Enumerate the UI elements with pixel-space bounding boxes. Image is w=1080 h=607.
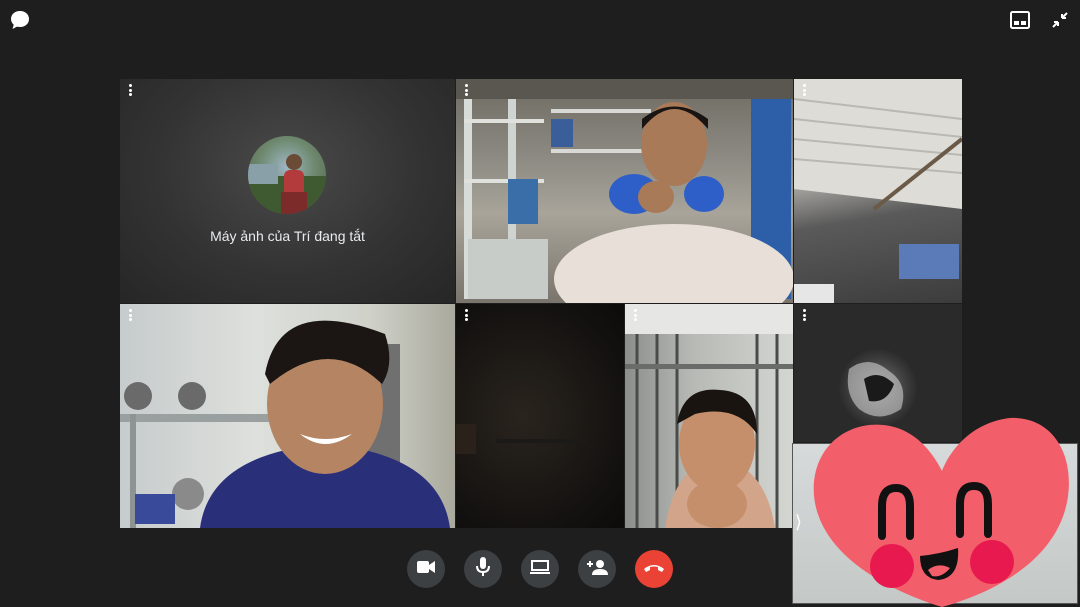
participant-tile-camera-off[interactable] [794, 304, 962, 442]
participant-video-tile[interactable] [625, 304, 793, 528]
mic-icon [476, 556, 490, 582]
participant-video-tile[interactable] [120, 304, 455, 528]
video-feed [794, 79, 962, 303]
exit-fullscreen-icon[interactable] [1048, 8, 1072, 32]
call-end-icon [643, 560, 665, 578]
participant-tile-camera-off[interactable]: Máy ảnh của Trí đang tắt [120, 79, 455, 303]
layout-icon[interactable] [1008, 8, 1032, 32]
avatar [839, 349, 917, 427]
participant-video-tile[interactable] [794, 79, 962, 303]
present-screen-button[interactable] [521, 550, 559, 588]
camera-off-label: Máy ảnh của Trí đang tắt [210, 228, 365, 244]
mic-button[interactable] [464, 550, 502, 588]
more-options-icon[interactable] [462, 309, 470, 323]
add-person-button[interactable] [578, 550, 616, 588]
more-options-icon[interactable] [462, 84, 470, 98]
avatar [248, 136, 326, 214]
video-feed [625, 304, 793, 528]
chevron-right-icon[interactable]: ⟩ [795, 510, 807, 534]
video-feed [120, 320, 450, 528]
self-view[interactable]: ⟩ [792, 443, 1078, 604]
add-person-icon [586, 559, 608, 580]
more-options-icon[interactable] [126, 84, 134, 98]
chat-bubble-icon[interactable] [8, 8, 32, 32]
more-options-icon[interactable] [126, 309, 134, 323]
videocam-button[interactable] [407, 550, 445, 588]
more-options-icon[interactable] [631, 309, 639, 323]
video-feed [456, 424, 586, 454]
participant-video-tile[interactable] [456, 79, 793, 303]
videocam-icon [417, 560, 435, 579]
more-options-icon[interactable] [800, 309, 808, 323]
end-call-button[interactable] [635, 550, 673, 588]
more-options-icon[interactable] [800, 84, 808, 98]
participant-video-tile[interactable] [456, 304, 624, 528]
present-screen-icon [530, 559, 550, 580]
video-call-window: Máy ảnh của Trí đang tắt ⟩ [0, 0, 1080, 607]
video-feed [456, 79, 793, 303]
